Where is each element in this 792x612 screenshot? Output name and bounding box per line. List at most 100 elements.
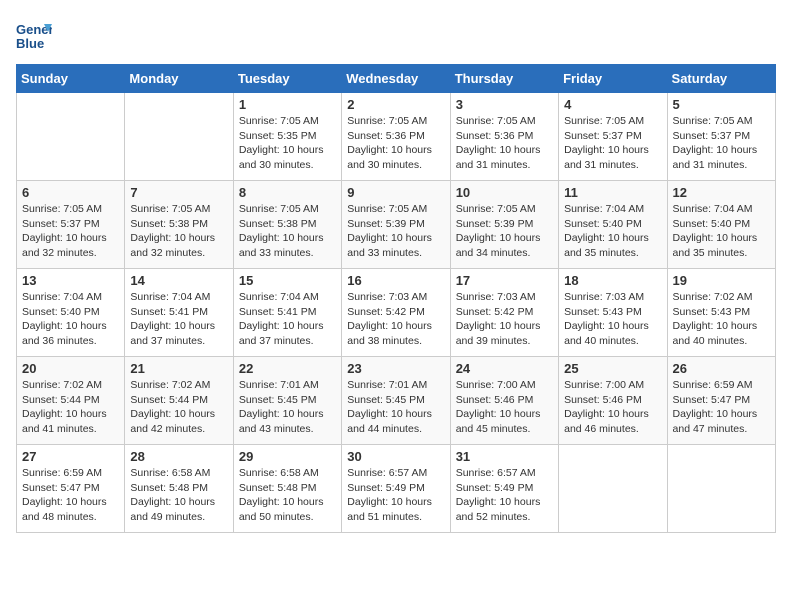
day-info: Sunrise: 7:04 AM Sunset: 5:41 PM Dayligh… xyxy=(239,290,336,349)
calendar-cell: 5 Sunrise: 7:05 AM Sunset: 5:37 PM Daylig… xyxy=(667,93,775,181)
weekday-header: Monday xyxy=(125,65,233,93)
day-info: Sunrise: 7:01 AM Sunset: 5:45 PM Dayligh… xyxy=(239,378,336,437)
day-info: Sunrise: 6:59 AM Sunset: 5:47 PM Dayligh… xyxy=(673,378,770,437)
day-info: Sunrise: 7:05 AM Sunset: 5:38 PM Dayligh… xyxy=(239,202,336,261)
day-number: 26 xyxy=(673,361,770,376)
calendar-cell: 19 Sunrise: 7:02 AM Sunset: 5:43 PM Dayli… xyxy=(667,269,775,357)
calendar-cell: 24Sunrise: 7:00 AM Sunset: 5:46 PM Dayli… xyxy=(450,357,558,445)
weekday-header: Friday xyxy=(559,65,667,93)
calendar-cell: 27Sunrise: 6:59 AM Sunset: 5:47 PM Dayli… xyxy=(17,445,125,533)
day-info: Sunrise: 7:00 AM Sunset: 5:46 PM Dayligh… xyxy=(564,378,661,437)
day-number: 15 xyxy=(239,273,336,288)
calendar-cell: 8 Sunrise: 7:05 AM Sunset: 5:38 PM Daylig… xyxy=(233,181,341,269)
calendar-cell: 28 Sunrise: 6:58 AM Sunset: 5:48 PM Dayli… xyxy=(125,445,233,533)
calendar-cell: 14Sunrise: 7:04 AM Sunset: 5:41 PM Dayli… xyxy=(125,269,233,357)
day-number: 22 xyxy=(239,361,336,376)
calendar-week-row: 6 Sunrise: 7:05 AM Sunset: 5:37 PM Daylig… xyxy=(17,181,776,269)
calendar-week-row: 20 Sunrise: 7:02 AM Sunset: 5:44 PM Dayli… xyxy=(17,357,776,445)
weekday-header: Tuesday xyxy=(233,65,341,93)
day-number: 9 xyxy=(347,185,444,200)
weekday-header: Saturday xyxy=(667,65,775,93)
day-number: 28 xyxy=(130,449,227,464)
day-info: Sunrise: 6:58 AM Sunset: 5:48 PM Dayligh… xyxy=(130,466,227,525)
day-info: Sunrise: 7:02 AM Sunset: 5:44 PM Dayligh… xyxy=(130,378,227,437)
calendar-cell: 25 Sunrise: 7:00 AM Sunset: 5:46 PM Dayli… xyxy=(559,357,667,445)
day-info: Sunrise: 7:04 AM Sunset: 5:41 PM Dayligh… xyxy=(130,290,227,349)
day-number: 19 xyxy=(673,273,770,288)
calendar-cell xyxy=(667,445,775,533)
day-info: Sunrise: 7:05 AM Sunset: 5:37 PM Dayligh… xyxy=(673,114,770,173)
calendar-cell: 22 Sunrise: 7:01 AM Sunset: 5:45 PM Dayli… xyxy=(233,357,341,445)
calendar-week-row: 1Sunrise: 7:05 AM Sunset: 5:35 PM Daylig… xyxy=(17,93,776,181)
calendar-cell: 21 Sunrise: 7:02 AM Sunset: 5:44 PM Dayli… xyxy=(125,357,233,445)
day-info: Sunrise: 7:04 AM Sunset: 5:40 PM Dayligh… xyxy=(564,202,661,261)
day-number: 16 xyxy=(347,273,444,288)
calendar-cell: 7 Sunrise: 7:05 AM Sunset: 5:38 PM Daylig… xyxy=(125,181,233,269)
day-number: 3 xyxy=(456,97,553,112)
calendar-header: SundayMondayTuesdayWednesdayThursdayFrid… xyxy=(17,65,776,93)
day-number: 23 xyxy=(347,361,444,376)
day-info: Sunrise: 7:04 AM Sunset: 5:40 PM Dayligh… xyxy=(673,202,770,261)
calendar-cell xyxy=(125,93,233,181)
day-info: Sunrise: 6:59 AM Sunset: 5:47 PM Dayligh… xyxy=(22,466,119,525)
day-info: Sunrise: 7:01 AM Sunset: 5:45 PM Dayligh… xyxy=(347,378,444,437)
day-number: 21 xyxy=(130,361,227,376)
calendar-cell: 23 Sunrise: 7:01 AM Sunset: 5:45 PM Dayli… xyxy=(342,357,450,445)
day-info: Sunrise: 7:05 AM Sunset: 5:39 PM Dayligh… xyxy=(456,202,553,261)
day-info: Sunrise: 7:05 AM Sunset: 5:39 PM Dayligh… xyxy=(347,202,444,261)
day-number: 2 xyxy=(347,97,444,112)
day-info: Sunrise: 7:05 AM Sunset: 5:36 PM Dayligh… xyxy=(347,114,444,173)
day-info: Sunrise: 7:03 AM Sunset: 5:43 PM Dayligh… xyxy=(564,290,661,349)
calendar-cell: 26 Sunrise: 6:59 AM Sunset: 5:47 PM Dayli… xyxy=(667,357,775,445)
calendar-cell xyxy=(17,93,125,181)
calendar-cell: 16 Sunrise: 7:03 AM Sunset: 5:42 PM Dayli… xyxy=(342,269,450,357)
weekday-header: Sunday xyxy=(17,65,125,93)
calendar-cell: 6 Sunrise: 7:05 AM Sunset: 5:37 PM Daylig… xyxy=(17,181,125,269)
calendar-cell: 20Sunrise: 7:02 AM Sunset: 5:44 PM Dayli… xyxy=(17,357,125,445)
calendar-cell: 18 Sunrise: 7:03 AM Sunset: 5:43 PM Dayli… xyxy=(559,269,667,357)
day-number: 8 xyxy=(239,185,336,200)
day-number: 30 xyxy=(347,449,444,464)
page-header: General Blue xyxy=(16,16,776,52)
day-info: Sunrise: 7:05 AM Sunset: 5:37 PM Dayligh… xyxy=(564,114,661,173)
day-number: 12 xyxy=(673,185,770,200)
calendar-cell: 12 Sunrise: 7:04 AM Sunset: 5:40 PM Dayli… xyxy=(667,181,775,269)
day-number: 6 xyxy=(22,185,119,200)
day-info: Sunrise: 7:05 AM Sunset: 5:37 PM Dayligh… xyxy=(22,202,119,261)
day-number: 5 xyxy=(673,97,770,112)
calendar-cell: 29Sunrise: 6:58 AM Sunset: 5:48 PM Dayli… xyxy=(233,445,341,533)
weekday-header: Wednesday xyxy=(342,65,450,93)
day-info: Sunrise: 7:05 AM Sunset: 5:38 PM Dayligh… xyxy=(130,202,227,261)
calendar-cell: 30Sunrise: 6:57 AM Sunset: 5:49 PM Dayli… xyxy=(342,445,450,533)
day-number: 31 xyxy=(456,449,553,464)
day-info: Sunrise: 7:02 AM Sunset: 5:43 PM Dayligh… xyxy=(673,290,770,349)
calendar-body: 1Sunrise: 7:05 AM Sunset: 5:35 PM Daylig… xyxy=(17,93,776,533)
day-info: Sunrise: 7:05 AM Sunset: 5:35 PM Dayligh… xyxy=(239,114,336,173)
day-number: 20 xyxy=(22,361,119,376)
calendar-cell: 1Sunrise: 7:05 AM Sunset: 5:35 PM Daylig… xyxy=(233,93,341,181)
day-number: 7 xyxy=(130,185,227,200)
day-info: Sunrise: 7:03 AM Sunset: 5:42 PM Dayligh… xyxy=(347,290,444,349)
day-number: 18 xyxy=(564,273,661,288)
calendar-cell: 31Sunrise: 6:57 AM Sunset: 5:49 PM Dayli… xyxy=(450,445,558,533)
calendar-week-row: 13Sunrise: 7:04 AM Sunset: 5:40 PM Dayli… xyxy=(17,269,776,357)
day-number: 25 xyxy=(564,361,661,376)
day-number: 29 xyxy=(239,449,336,464)
day-number: 4 xyxy=(564,97,661,112)
calendar-cell: 17Sunrise: 7:03 AM Sunset: 5:42 PM Dayli… xyxy=(450,269,558,357)
calendar-cell: 15 Sunrise: 7:04 AM Sunset: 5:41 PM Dayli… xyxy=(233,269,341,357)
calendar-cell: 2 Sunrise: 7:05 AM Sunset: 5:36 PM Daylig… xyxy=(342,93,450,181)
day-info: Sunrise: 7:04 AM Sunset: 5:40 PM Dayligh… xyxy=(22,290,119,349)
calendar-cell: 9 Sunrise: 7:05 AM Sunset: 5:39 PM Daylig… xyxy=(342,181,450,269)
calendar-cell: 11Sunrise: 7:04 AM Sunset: 5:40 PM Dayli… xyxy=(559,181,667,269)
calendar-cell: 3 Sunrise: 7:05 AM Sunset: 5:36 PM Daylig… xyxy=(450,93,558,181)
calendar-cell: 13Sunrise: 7:04 AM Sunset: 5:40 PM Dayli… xyxy=(17,269,125,357)
logo: General Blue xyxy=(16,16,56,52)
day-info: Sunrise: 7:05 AM Sunset: 5:36 PM Dayligh… xyxy=(456,114,553,173)
weekday-header: Thursday xyxy=(450,65,558,93)
day-info: Sunrise: 7:03 AM Sunset: 5:42 PM Dayligh… xyxy=(456,290,553,349)
calendar-cell: 10Sunrise: 7:05 AM Sunset: 5:39 PM Dayli… xyxy=(450,181,558,269)
svg-text:Blue: Blue xyxy=(16,36,44,51)
calendar-week-row: 27Sunrise: 6:59 AM Sunset: 5:47 PM Dayli… xyxy=(17,445,776,533)
logo-icon: General Blue xyxy=(16,16,52,52)
